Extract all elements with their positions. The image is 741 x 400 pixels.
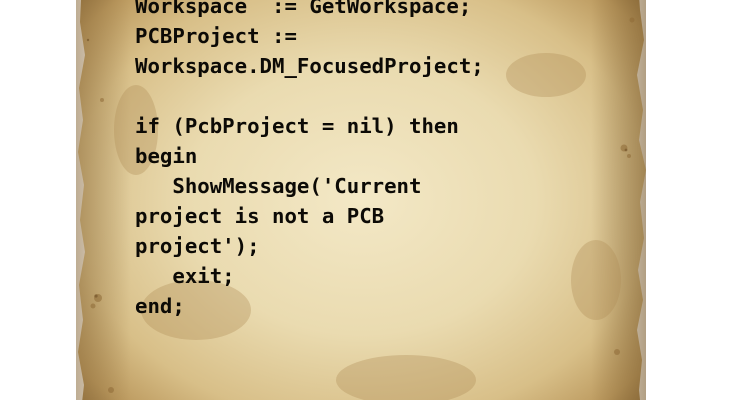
code-line: ShowMessage('Current <box>135 174 422 198</box>
code-line: Workspace.DM_FocusedProject; <box>135 54 484 78</box>
parchment-scroll: Workspace := GetWorkspace; PCBProject := W… <box>76 0 646 400</box>
code-line: exit; <box>135 264 235 288</box>
code-line: Workspace := GetWorkspace; <box>135 0 472 18</box>
code-line: if (PcbProject = nil) then <box>135 114 459 138</box>
code-line: project'); <box>135 234 260 258</box>
code-line: begin <box>135 144 198 168</box>
code-line: PCBProject := <box>135 24 297 48</box>
code-snippet: Workspace := GetWorkspace; PCBProject := W… <box>135 0 484 321</box>
code-line: project is not a PCB <box>135 204 385 228</box>
image-canvas: Workspace := GetWorkspace; PCBProject := W… <box>0 0 741 400</box>
code-line: end; <box>135 294 185 318</box>
